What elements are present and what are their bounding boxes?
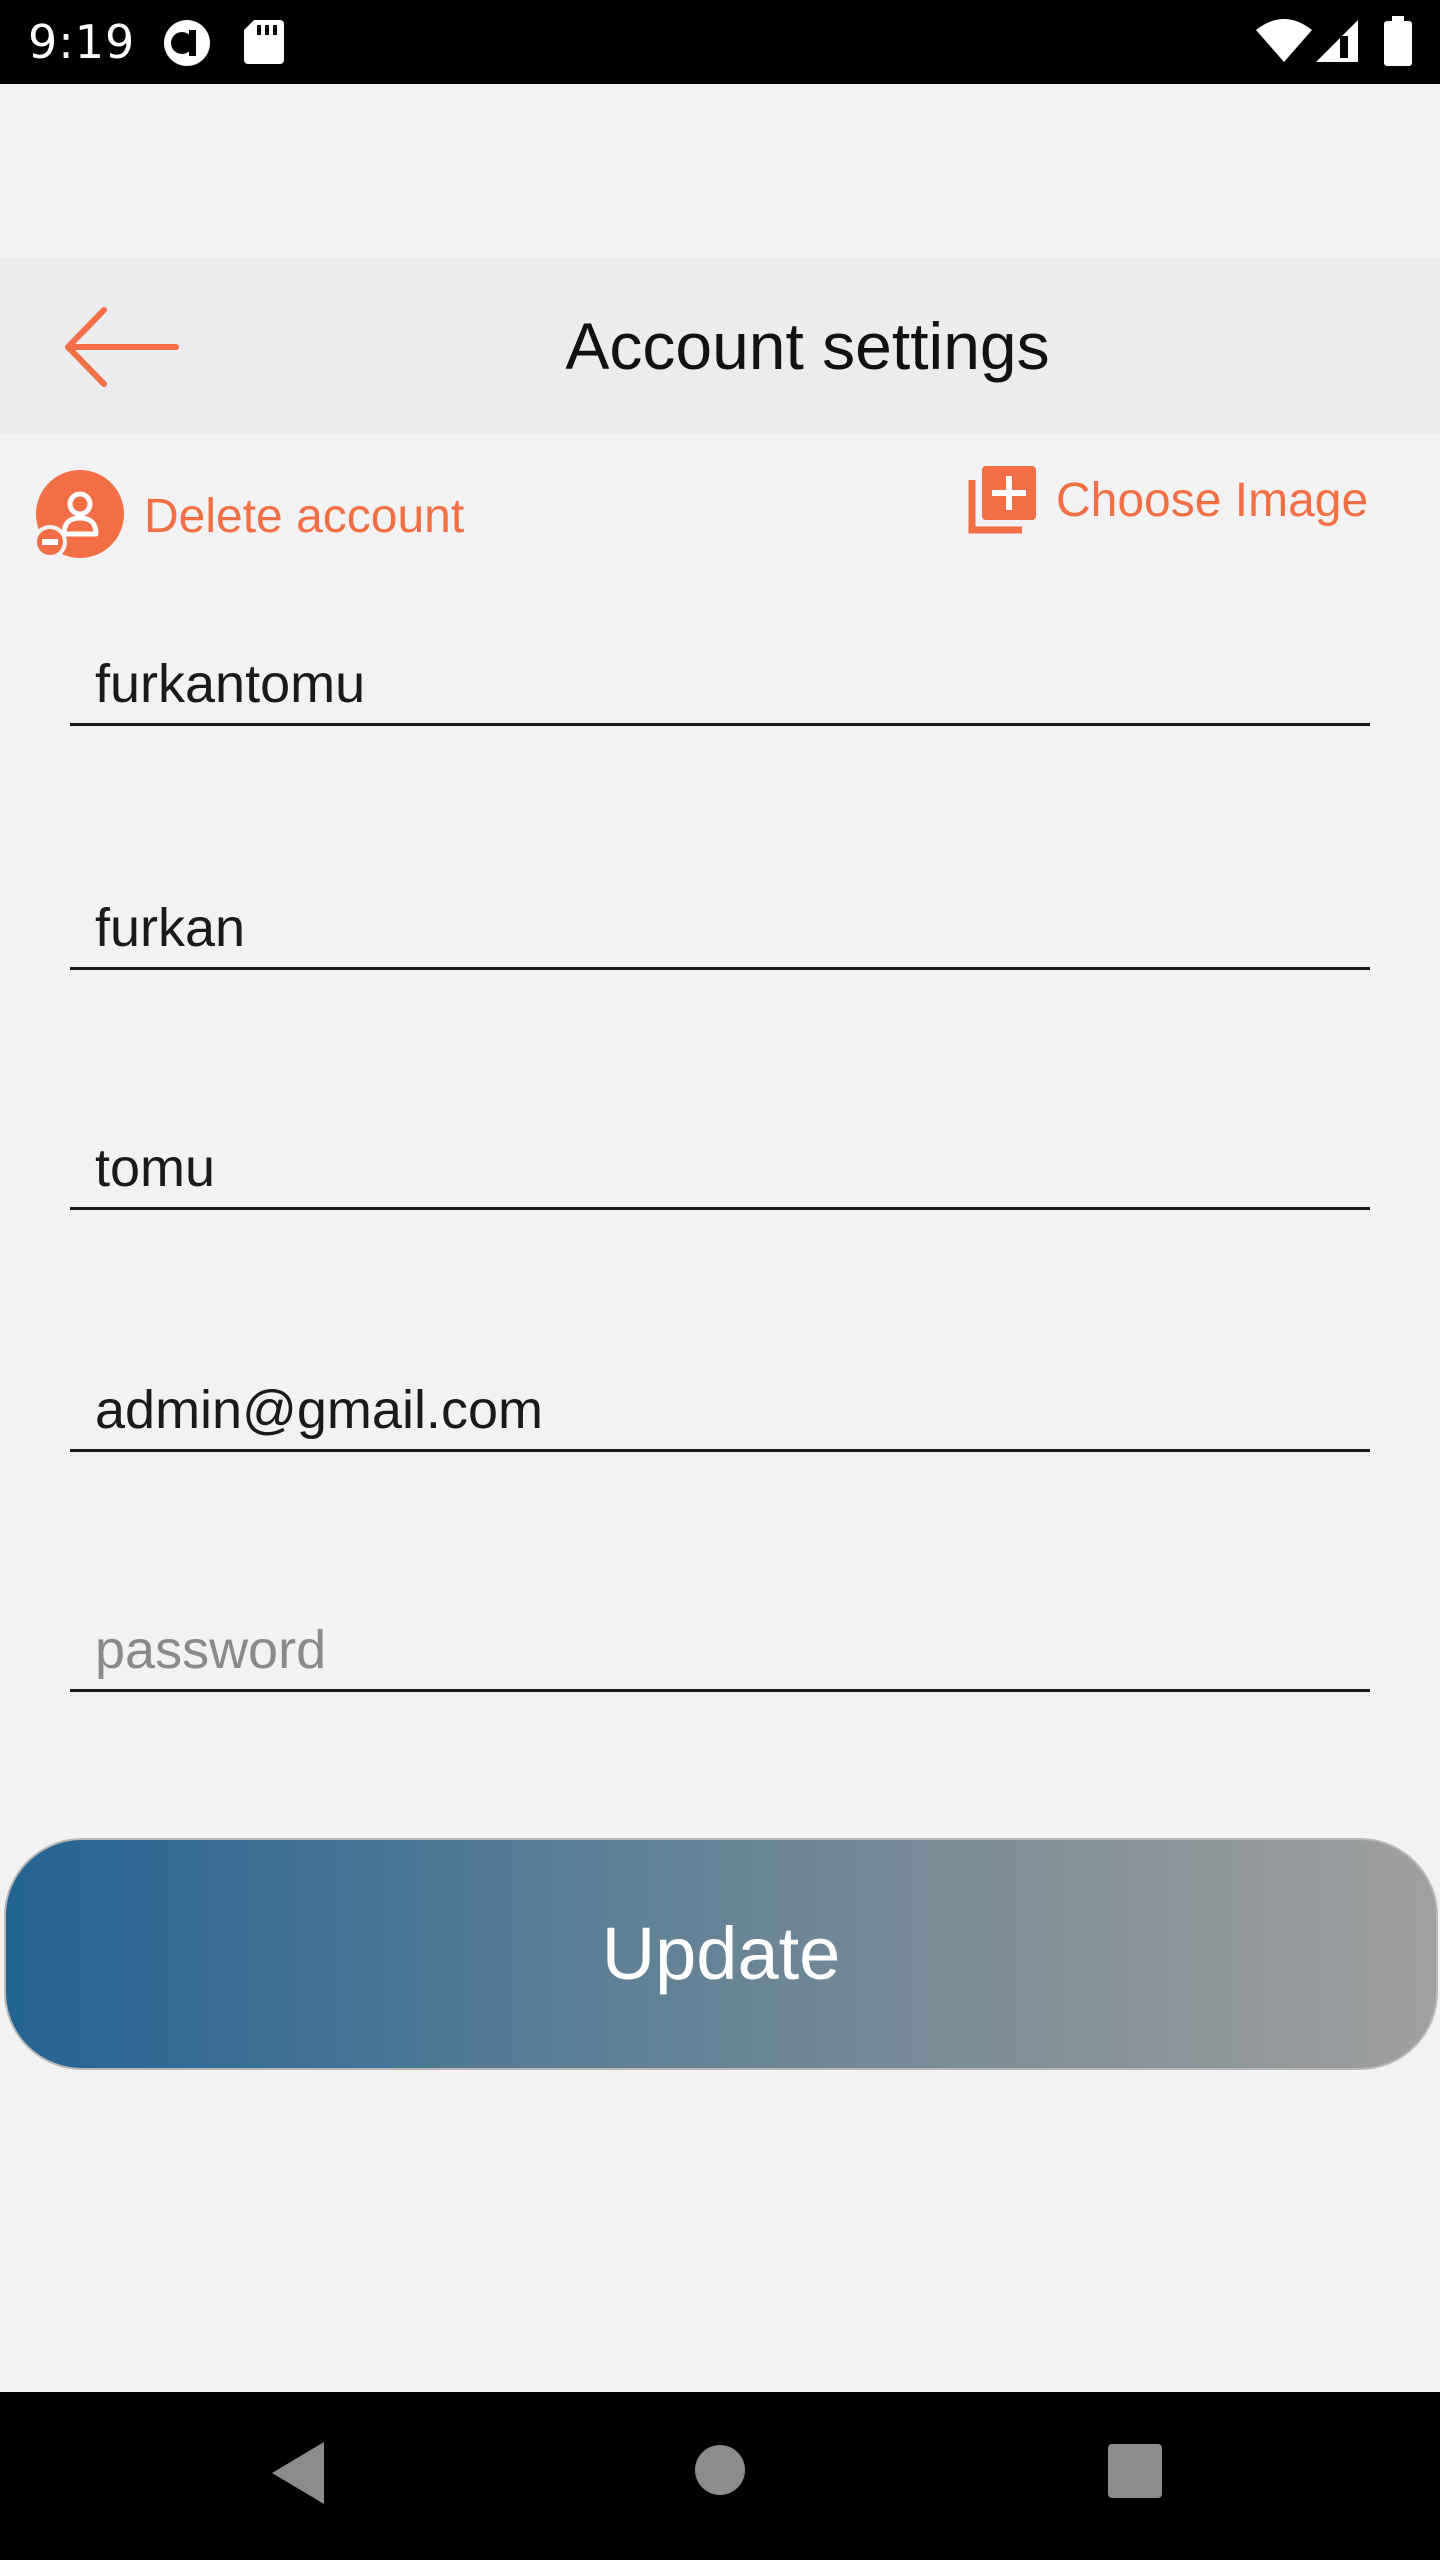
password-field[interactable] bbox=[70, 1592, 1370, 1692]
navigation-bar bbox=[0, 2392, 1440, 2560]
status-bar: 9:19 bbox=[0, 0, 1440, 84]
update-button[interactable]: Update bbox=[4, 1838, 1438, 2070]
app-bar: Account settings bbox=[0, 258, 1440, 434]
back-button[interactable] bbox=[60, 302, 180, 392]
status-time: 9:19 bbox=[28, 15, 136, 69]
email-field[interactable] bbox=[70, 1352, 1370, 1452]
recents-square-icon[interactable] bbox=[1108, 2444, 1162, 2498]
remove-user-icon bbox=[34, 470, 124, 559]
first-name-field[interactable] bbox=[70, 870, 1370, 970]
delete-account-button[interactable]: Delete account bbox=[34, 468, 464, 564]
arrow-left-icon bbox=[65, 307, 179, 387]
username-input[interactable] bbox=[70, 653, 1370, 715]
choose-image-button[interactable]: Choose Image bbox=[966, 460, 1368, 540]
add-to-photos-icon bbox=[968, 466, 1036, 534]
delete-account-label: Delete account bbox=[144, 489, 465, 543]
signal-icon bbox=[1316, 20, 1358, 62]
back-triangle-icon[interactable] bbox=[272, 2442, 328, 2504]
page-title: Account settings bbox=[565, 309, 1050, 383]
password-input[interactable] bbox=[70, 1619, 1370, 1681]
home-circle-icon[interactable] bbox=[694, 2444, 746, 2496]
sd-card-icon bbox=[244, 20, 284, 64]
sync-icon bbox=[164, 20, 210, 66]
wifi-icon bbox=[1256, 19, 1312, 62]
choose-image-label: Choose Image bbox=[1056, 473, 1369, 527]
battery-icon bbox=[1384, 16, 1412, 66]
username-field[interactable] bbox=[70, 626, 1370, 726]
action-row: Delete account Choose Image bbox=[0, 460, 1440, 570]
last-name-field[interactable] bbox=[70, 1110, 1370, 1210]
last-name-input[interactable] bbox=[70, 1137, 1370, 1199]
email-input[interactable] bbox=[70, 1379, 1370, 1441]
first-name-input[interactable] bbox=[70, 897, 1370, 959]
